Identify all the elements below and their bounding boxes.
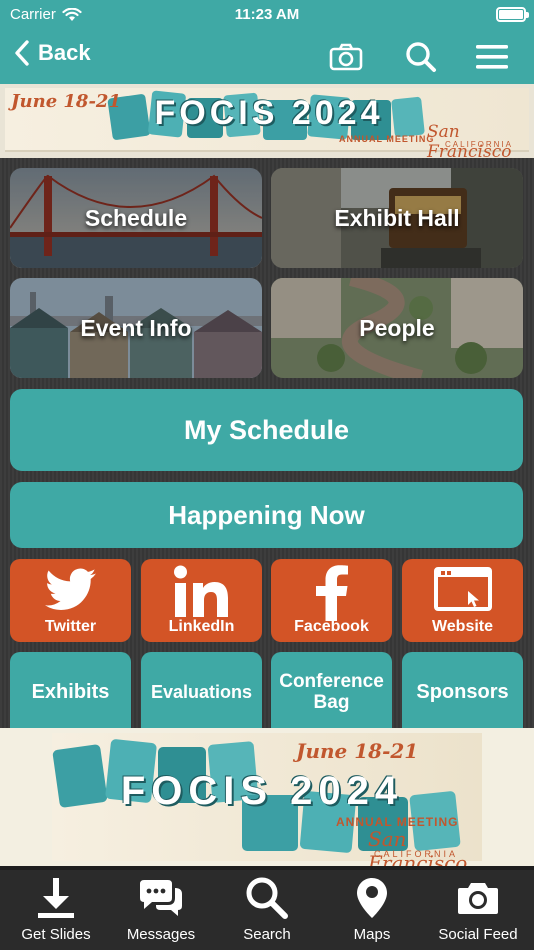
chat-bubbles-icon bbox=[140, 880, 182, 916]
happening-now-label: Happening Now bbox=[168, 499, 365, 530]
search-icon bbox=[246, 877, 288, 919]
banner-state: CALIFORNIA bbox=[445, 140, 514, 149]
tab-maps[interactable]: Maps bbox=[319, 870, 425, 948]
tile-label: Exhibit Hall bbox=[334, 204, 460, 231]
conference-bag-button[interactable]: Conference Bag bbox=[271, 652, 392, 732]
evaluations-button[interactable]: Evaluations bbox=[141, 652, 262, 732]
browser-window-icon bbox=[433, 567, 492, 611]
exhibits-button[interactable]: Exhibits bbox=[10, 652, 131, 732]
exhibits-label: Exhibits bbox=[31, 680, 110, 703]
clock: 11:23 AM bbox=[234, 6, 300, 23]
facebook-button[interactable]: Facebook bbox=[271, 559, 392, 642]
banner-dates: June 18-21 bbox=[11, 91, 121, 112]
website-button[interactable]: Website bbox=[402, 559, 523, 642]
my-schedule-button[interactable]: My Schedule bbox=[10, 389, 523, 471]
download-icon bbox=[38, 878, 74, 918]
map-pin-icon bbox=[357, 878, 387, 918]
search-icon bbox=[406, 42, 436, 72]
linkedin-icon bbox=[173, 565, 228, 617]
hamburger-menu-icon bbox=[476, 45, 508, 69]
banner-subtitle: ANNUAL MEETING bbox=[339, 134, 435, 144]
search-button[interactable] bbox=[403, 39, 439, 75]
facebook-icon bbox=[315, 565, 348, 621]
tab-bar: Get Slides Messages Search Maps Social F… bbox=[0, 866, 534, 950]
tile-label: People bbox=[359, 314, 435, 341]
tile-event-info[interactable]: Event Info bbox=[10, 278, 262, 378]
evaluations-label: Evaluations bbox=[150, 681, 253, 702]
banner-event-title: FOCIS 2024 bbox=[154, 94, 384, 132]
status-bar: Carrier 11:23 AM bbox=[0, 0, 534, 30]
linkedin-label: LinkedIn bbox=[168, 618, 235, 635]
linkedin-button[interactable]: LinkedIn bbox=[141, 559, 262, 642]
chevron-left-icon bbox=[15, 40, 29, 66]
tab-label: Get Slides bbox=[21, 926, 91, 943]
menu-button[interactable] bbox=[474, 39, 510, 75]
tab-social-feed[interactable]: Social Feed bbox=[425, 870, 531, 948]
tab-get-slides[interactable]: Get Slides bbox=[3, 870, 109, 948]
twitter-label: Twitter bbox=[44, 618, 97, 635]
banner-event-title: FOCIS 2024 bbox=[120, 769, 404, 813]
happening-now-button[interactable]: Happening Now bbox=[10, 482, 523, 548]
sponsors-button[interactable]: Sponsors bbox=[402, 652, 523, 732]
event-banner-bottom[interactable]: June 18-21 FOCIS 2024 ANNUAL MEETING San… bbox=[0, 728, 534, 875]
tab-label: Maps bbox=[353, 926, 391, 943]
banner-logo: June 18-21 FOCIS 2024 ANNUAL MEETING San… bbox=[5, 88, 529, 158]
tab-messages[interactable]: Messages bbox=[108, 870, 214, 948]
camera-button[interactable] bbox=[328, 39, 364, 75]
my-schedule-label: My Schedule bbox=[183, 414, 350, 445]
banner-logo: June 18-21 FOCIS 2024 ANNUAL MEETING San… bbox=[52, 733, 482, 875]
tile-label: Event Info bbox=[80, 314, 192, 341]
camera-icon bbox=[458, 883, 498, 914]
battery-icon bbox=[496, 7, 529, 22]
tile-label: Schedule bbox=[84, 204, 188, 231]
banner-dates: June 18-21 bbox=[296, 739, 419, 763]
back-label: Back bbox=[38, 40, 91, 65]
tab-label: Social Feed bbox=[438, 926, 518, 943]
tile-schedule[interactable]: Schedule bbox=[10, 168, 262, 268]
tab-label: Messages bbox=[126, 926, 196, 943]
website-label: Website bbox=[431, 618, 494, 635]
tile-people[interactable]: People bbox=[271, 278, 523, 378]
conference-bag-label: Conference Bag bbox=[279, 671, 384, 713]
back-button[interactable]: Back bbox=[14, 40, 91, 66]
event-banner-top[interactable]: June 18-21 FOCIS 2024 ANNUAL MEETING San… bbox=[0, 84, 534, 158]
tile-exhibit-hall[interactable]: Exhibit Hall bbox=[271, 168, 523, 268]
twitter-button[interactable]: Twitter bbox=[10, 559, 131, 642]
sponsors-label: Sponsors bbox=[416, 680, 509, 703]
tab-label: Search bbox=[243, 926, 291, 943]
navigation-bar: Back bbox=[0, 30, 534, 84]
tab-search[interactable]: Search bbox=[214, 870, 320, 948]
camera-icon bbox=[329, 43, 363, 71]
banner-state: CALIFORNIA bbox=[374, 849, 459, 859]
twitter-bird-icon bbox=[44, 568, 96, 610]
